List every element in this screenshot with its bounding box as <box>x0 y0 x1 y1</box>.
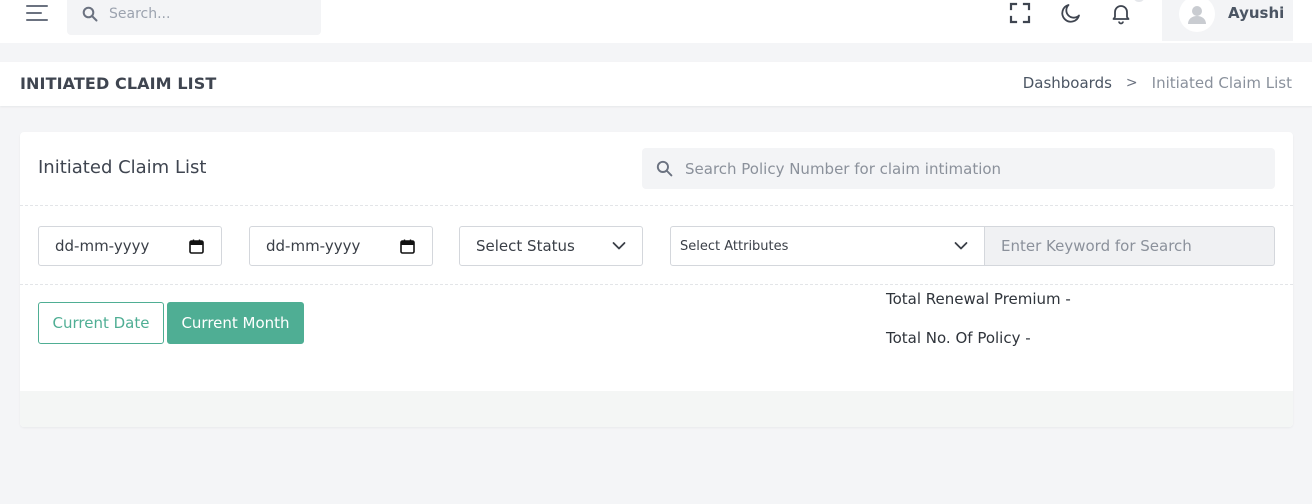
total-policies: Total No. Of Policy - <box>886 329 1031 347</box>
search-icon <box>82 6 98 22</box>
page-title: INITIATED CLAIM LIST <box>20 74 217 93</box>
menu-icon[interactable] <box>26 5 50 23</box>
chevron-down-icon <box>612 242 626 250</box>
divider <box>20 205 1293 206</box>
search-icon <box>656 160 673 177</box>
policy-search[interactable] <box>642 148 1275 189</box>
claim-list-card: Initiated Claim List dd-mm-yyyy dd-mm-yy… <box>20 132 1293 427</box>
user-menu[interactable]: Ayushi <box>1162 0 1293 41</box>
attributes-select[interactable]: Select Attributes <box>670 226 985 266</box>
fullscreen-icon[interactable] <box>1008 1 1032 25</box>
date-from-input[interactable]: dd-mm-yyyy <box>38 226 222 266</box>
avatar <box>1179 0 1215 32</box>
global-search[interactable] <box>67 0 321 35</box>
global-search-input[interactable] <box>109 0 309 27</box>
chevron-down-icon <box>954 242 968 250</box>
breadcrumb-dashboards[interactable]: Dashboards <box>1023 74 1112 92</box>
bell-icon[interactable] <box>1109 1 1133 25</box>
page-title-bar: INITIATED CLAIM LIST Dashboards > Initia… <box>0 62 1312 106</box>
policy-search-input[interactable] <box>685 148 1265 189</box>
date-from-value: dd-mm-yyyy <box>55 237 150 255</box>
total-renewal-premium: Total Renewal Premium - <box>886 290 1071 308</box>
current-date-button[interactable]: Current Date <box>38 302 164 344</box>
calendar-icon[interactable] <box>189 239 204 254</box>
top-header: Ayushi <box>0 0 1312 43</box>
keyword-search[interactable] <box>984 226 1275 266</box>
moon-icon[interactable] <box>1059 1 1083 25</box>
attributes-select-value: Select Attributes <box>680 239 789 254</box>
current-month-button[interactable]: Current Month <box>167 302 304 344</box>
breadcrumb-separator: > <box>1125 75 1138 91</box>
card-title: Initiated Claim List <box>38 157 207 178</box>
divider <box>20 284 1293 285</box>
user-icon <box>1188 6 1206 24</box>
user-name: Ayushi <box>1228 4 1285 22</box>
keyword-search-input[interactable] <box>1001 227 1266 265</box>
card-footer <box>20 391 1293 427</box>
date-to-input[interactable]: dd-mm-yyyy <box>249 226 433 266</box>
breadcrumb: Dashboards > Initiated Claim List <box>1023 74 1292 92</box>
calendar-icon[interactable] <box>400 239 415 254</box>
status-select[interactable]: Select Status <box>459 226 643 266</box>
notification-badge <box>1133 0 1145 2</box>
status-select-value: Select Status <box>476 237 575 255</box>
breadcrumb-current: Initiated Claim List <box>1151 74 1292 92</box>
date-to-value: dd-mm-yyyy <box>266 237 361 255</box>
